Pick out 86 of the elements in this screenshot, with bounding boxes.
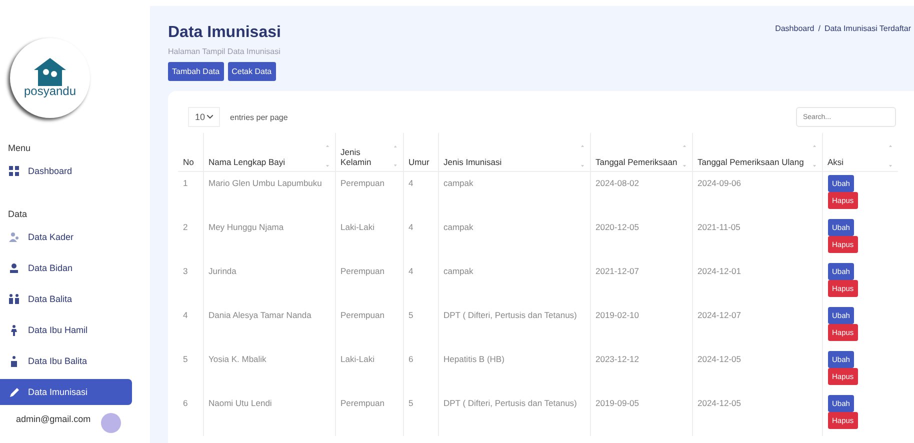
- logo-text: posyandu: [24, 84, 76, 98]
- breadcrumb-item: Data Imunisasi Terdaftar: [824, 24, 911, 35]
- add-button[interactable]: Tambah Data: [168, 62, 224, 81]
- sort-icon[interactable]: [682, 145, 686, 167]
- table-cell: 2023-12-12: [596, 354, 639, 364]
- page-subtitle: Halaman Tampil Data Imunisasi: [168, 47, 281, 56]
- column-header[interactable]: No: [183, 157, 194, 167]
- section-heading: Data: [8, 209, 28, 219]
- breadcrumb-item[interactable]: Dashboard: [775, 24, 814, 81]
- page-size-label: entries per page: [230, 112, 288, 122]
- table-cell: 2019-02-10: [596, 310, 639, 320]
- table-cell: Hepatitis B (HB): [444, 354, 504, 364]
- print-button[interactable]: Cetak Data: [228, 62, 276, 81]
- table-cell: Jurinda: [208, 266, 236, 276]
- table-cell: campak: [444, 178, 474, 188]
- table-cell: 6: [408, 354, 414, 364]
- table-cell: 4: [183, 310, 188, 320]
- table-cell: Mey Hunggu Njama: [208, 222, 284, 232]
- page-title: Data Imunisasi: [168, 24, 281, 42]
- table-cell: 1: [183, 178, 188, 188]
- table-cell: 4: [408, 178, 414, 188]
- column-header[interactable]: Aksi: [828, 157, 844, 167]
- table-cell: campak: [444, 222, 474, 232]
- sidebar-item[interactable]: Data Imunisasi: [0, 379, 132, 405]
- sidebar-item[interactable]: Data Balita: [0, 286, 132, 312]
- table-cell: Perempuan: [340, 178, 384, 188]
- house-family-icon: [34, 58, 66, 86]
- table-cell: 4: [408, 266, 414, 276]
- table-cell: 2024-12-01: [698, 266, 741, 276]
- sidebar-item[interactable]: Data Ibu Hamil: [0, 317, 132, 343]
- table-cell: 5: [408, 310, 414, 320]
- user-icon: [9, 263, 19, 273]
- sort-icon[interactable]: [580, 145, 584, 167]
- table-cell: Laki-Laki: [340, 222, 375, 232]
- table-cell: Naomi Utu Lendi: [208, 398, 272, 408]
- sidebar-item[interactable]: Data Ibu Balita: [0, 348, 132, 374]
- table-cell: 3: [183, 266, 188, 276]
- sidebar-item[interactable]: Data Kader: [0, 224, 132, 250]
- breadcrumb-separator: /: [818, 24, 820, 35]
- page-size-select[interactable]: 10: [188, 107, 220, 127]
- sort-icon[interactable]: [392, 145, 398, 167]
- mother-child-icon: [9, 356, 19, 366]
- table-cell: 2024-08-02: [596, 178, 639, 188]
- chevron-down-icon: [207, 115, 214, 119]
- table-cell: 2019-09-05: [596, 398, 639, 408]
- table-cell: DPT ( Difteri, Pertusis dan Tetanus): [444, 310, 577, 320]
- children-icon: [8, 294, 20, 304]
- table-cell: campak: [444, 266, 474, 276]
- sidebar-item[interactable]: Data Bidan: [0, 255, 132, 281]
- sort-icon[interactable]: [888, 145, 893, 167]
- table-cell: DPT ( Difteri, Pertusis dan Tetanus): [444, 398, 577, 408]
- grid-icon: [9, 166, 19, 176]
- table-cell: 2024-12-05: [698, 354, 741, 364]
- column-header[interactable]: Tanggal Pemeriksaan Ulang: [698, 157, 804, 167]
- sidebar-item[interactable]: Dashboard: [0, 158, 132, 184]
- column-header[interactable]: Jenis Kelamin: [340, 147, 391, 167]
- table-cell: Yosia K. Mbalik: [208, 354, 266, 364]
- column-header[interactable]: Nama Lengkap Bayi: [208, 157, 286, 167]
- table-cell: Perempuan: [340, 398, 384, 408]
- users-icon: [9, 232, 19, 242]
- avatar[interactable]: [100, 413, 121, 433]
- table-cell: 2020-12-05: [596, 222, 639, 232]
- table-cell: Perempuan: [340, 266, 384, 276]
- table-cell: 4: [408, 222, 414, 232]
- column-header[interactable]: Umur: [408, 157, 430, 167]
- sort-icon[interactable]: [812, 145, 816, 167]
- table-cell: Dania Alesya Tamar Nanda: [208, 310, 312, 320]
- table-cell: Mario Glen Umbu Lapumbuku: [208, 178, 322, 188]
- table-cell: 5: [183, 354, 188, 364]
- pencil-icon: [8, 386, 20, 398]
- pregnant-woman-icon: [10, 324, 18, 336]
- table-cell: 5: [408, 398, 414, 408]
- table-cell: 2021-12-07: [596, 266, 639, 276]
- table-cell: Perempuan: [340, 310, 384, 320]
- table-cell: 2024-12-05: [698, 398, 741, 408]
- table-cell: Laki-Laki: [340, 354, 375, 364]
- sort-icon[interactable]: [324, 145, 330, 167]
- section-heading: Menu: [8, 143, 32, 153]
- table-cell: 2: [183, 222, 188, 232]
- table-cell: 2024-12-07: [698, 310, 741, 320]
- column-header[interactable]: Jenis Imunisasi: [444, 157, 502, 167]
- table-cell: 2021-11-05: [698, 222, 740, 232]
- table-cell: 2024-09-06: [698, 178, 741, 188]
- user-email: admin@gmail.com: [16, 414, 91, 424]
- table-cell: 6: [183, 398, 188, 408]
- column-header[interactable]: Tanggal Pemeriksaan: [596, 157, 678, 167]
